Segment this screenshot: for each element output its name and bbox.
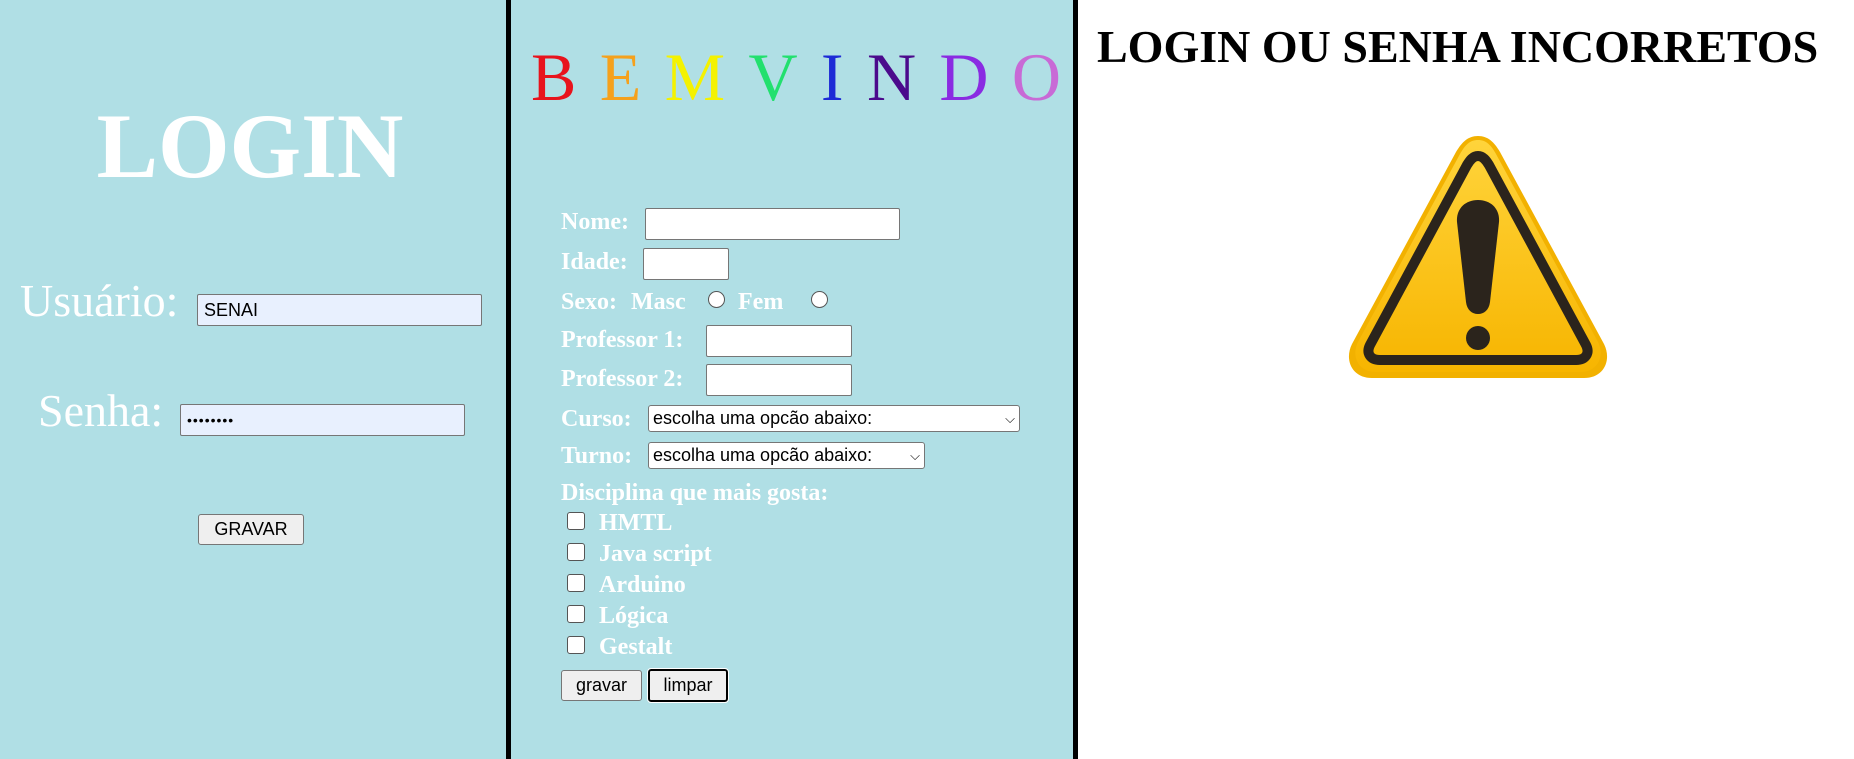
turno-label: Turno: xyxy=(561,443,633,469)
disciplina-label: Disciplina que mais gosta: xyxy=(561,480,829,506)
usuario-label: Usuário: xyxy=(20,275,179,326)
welcome-letter: N xyxy=(866,39,917,115)
professor2-input[interactable] xyxy=(706,364,852,396)
disciplina-arduino-label: Arduino xyxy=(599,572,686,598)
limpar-button[interactable]: limpar xyxy=(647,668,729,703)
checkbox-java-script[interactable] xyxy=(567,543,585,561)
idade-label: Idade: xyxy=(561,249,628,275)
nome-label: Nome: xyxy=(561,209,629,235)
checkbox-arduino[interactable] xyxy=(567,574,585,592)
gravar-login-button[interactable]: GRAVAR xyxy=(198,514,304,545)
welcome-letter: D xyxy=(939,39,989,115)
fem-label: Fem xyxy=(738,289,784,315)
professor1-label: Professor 1: xyxy=(561,327,684,353)
welcome-letter: M xyxy=(664,39,726,115)
welcome-letter: I xyxy=(820,39,844,115)
curso-select[interactable]: escolha uma opcão abaixo: ⌵ xyxy=(648,405,1020,432)
welcome-heading: BEMVINDO xyxy=(531,40,1061,115)
idade-input[interactable] xyxy=(643,248,729,280)
curso-selected-value: escolha uma opcão abaixo: xyxy=(653,408,873,428)
masc-radio[interactable] xyxy=(708,291,725,308)
checkbox-hmtl[interactable] xyxy=(567,512,585,530)
login-title: LOGIN xyxy=(96,95,404,197)
disciplina-logica-label: Lógica xyxy=(599,603,669,629)
disciplina-java-script-label: Java script xyxy=(599,541,712,567)
welcome-letter: O xyxy=(1011,39,1061,115)
sexo-label: Sexo: xyxy=(561,289,617,315)
checkbox-logica[interactable] xyxy=(567,605,585,623)
checkbox-gestalt[interactable] xyxy=(567,636,585,654)
welcome-letter: E xyxy=(599,39,642,115)
fem-radio[interactable] xyxy=(811,291,828,308)
professor2-label: Professor 2: xyxy=(561,366,684,392)
usuario-input[interactable] xyxy=(197,294,482,326)
professor1-input[interactable] xyxy=(706,325,852,357)
gravar-button[interactable]: gravar xyxy=(561,670,642,701)
welcome-letter: V xyxy=(748,39,798,115)
chevron-down-icon: ⌵ xyxy=(1005,410,1015,426)
chevron-down-icon: ⌵ xyxy=(910,447,920,463)
masc-label: Masc xyxy=(631,289,686,315)
cadastro-frame: BEMVINDO Nome: Idade: Sexo: Masc Fem Pro… xyxy=(511,0,1073,759)
error-frame: LOGIN OU SENHA INCORRETOS xyxy=(1078,0,1854,759)
curso-label: Curso: xyxy=(561,406,632,432)
senha-input[interactable] xyxy=(180,404,465,436)
turno-selected-value: escolha uma opcão abaixo: xyxy=(653,445,873,465)
nome-input[interactable] xyxy=(645,208,900,240)
disciplina-gestalt-label: Gestalt xyxy=(599,634,673,660)
disciplina-hmtl-label: HMTL xyxy=(599,510,673,536)
turno-select[interactable]: escolha uma opcão abaixo: ⌵ xyxy=(648,442,925,469)
error-title: LOGIN OU SENHA INCORRETOS xyxy=(1097,21,1819,72)
login-frame: LOGIN Usuário: Senha: GRAVAR xyxy=(0,0,506,759)
senha-label: Senha: xyxy=(38,385,164,436)
welcome-letter: B xyxy=(531,39,577,115)
warning-icon xyxy=(1348,136,1608,378)
